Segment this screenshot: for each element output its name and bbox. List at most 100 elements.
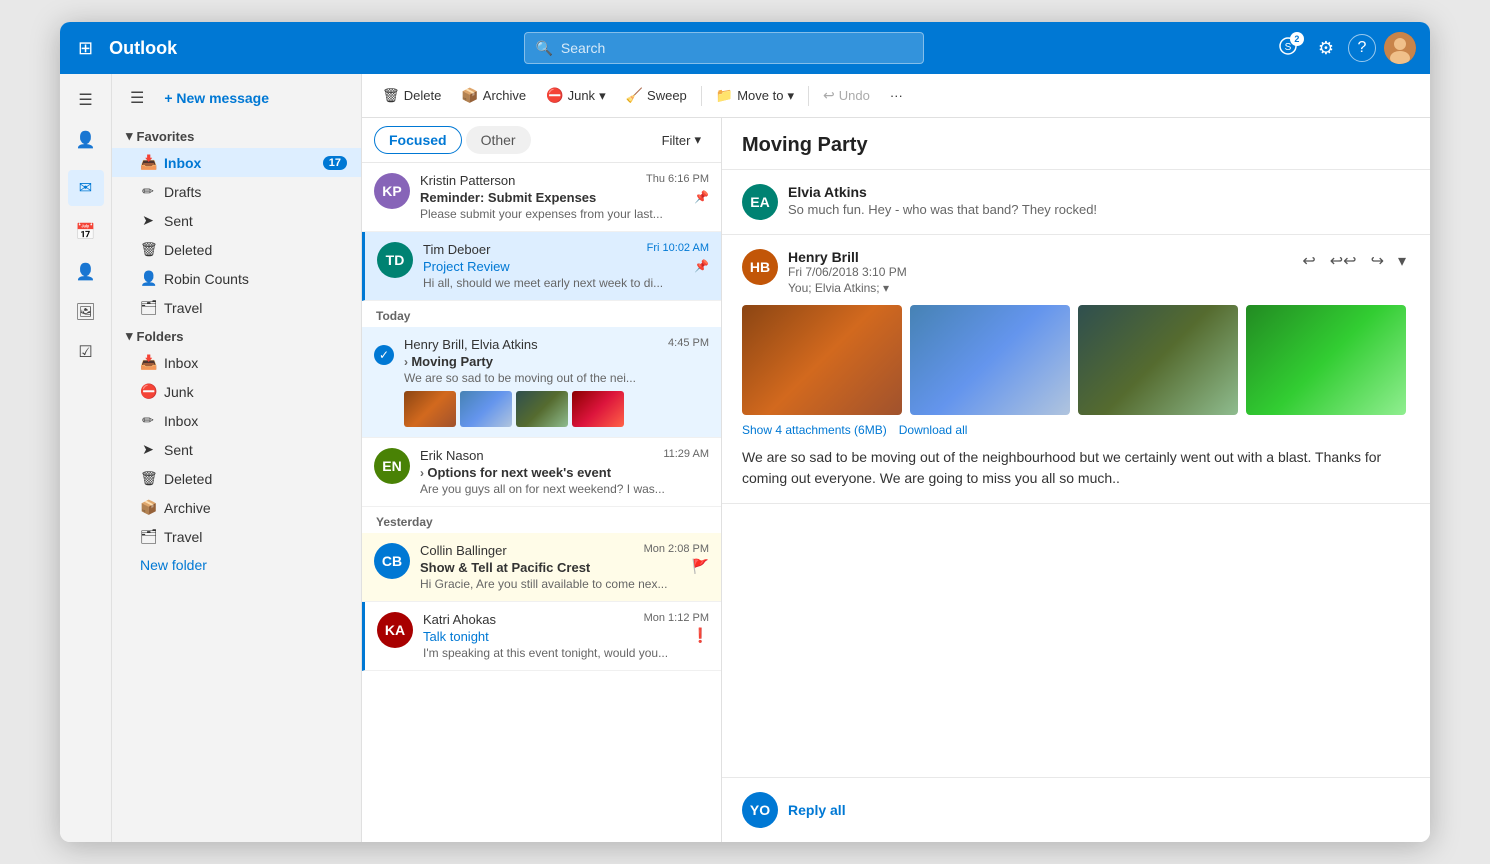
- top-bar: ⊞ Outlook 🔍 S 2 ⚙ ?: [60, 22, 1430, 74]
- reply-all-button[interactable]: ↩↩: [1326, 249, 1361, 273]
- help-button[interactable]: ?: [1348, 34, 1376, 62]
- email-thumb: [460, 391, 512, 427]
- more-label: ···: [890, 88, 903, 103]
- reply-all-button[interactable]: Reply all: [788, 802, 846, 818]
- sidebar-folder-archive[interactable]: 📦 Archive: [112, 493, 361, 522]
- sidebar-item-drafts[interactable]: ✏ Drafts: [112, 177, 361, 206]
- email-item[interactable]: TD Tim Deboer Fri 10:02 AM Project Revie…: [362, 232, 721, 301]
- sidebar-folder-inbox2[interactable]: ✏ Inbox: [112, 406, 361, 435]
- more-button[interactable]: ···: [882, 83, 911, 108]
- rail-mail[interactable]: ✉: [68, 170, 104, 206]
- avatar: CB: [374, 543, 410, 579]
- sidebar-item-sent[interactable]: ➤ Sent: [112, 206, 361, 235]
- email-body: Tim Deboer Fri 10:02 AM Project Review 📌…: [423, 242, 709, 290]
- email-item[interactable]: KP Kristin Patterson Thu 6:16 PM Reminde…: [362, 163, 721, 232]
- email-preview: We are so sad to be moving out of the ne…: [404, 371, 709, 385]
- delete-button[interactable]: 🗑 Delete: [374, 82, 449, 109]
- search-icon: 🔍: [535, 40, 552, 57]
- email-thumb: [516, 391, 568, 427]
- msg-meta: Henry Brill Fri 7/06/2018 3:10 PM You; E…: [788, 249, 1288, 295]
- avatar: EN: [374, 448, 410, 484]
- undo-button[interactable]: ↩ Undo: [815, 82, 878, 109]
- sidebar-folder-travel[interactable]: 🗂 Travel: [112, 522, 361, 551]
- email-body: Katri Ahokas Mon 1:12 PM Talk tonight ❗ …: [423, 612, 709, 660]
- sidebar-item-travel[interactable]: 🗂 Travel: [112, 293, 361, 322]
- sidebar: ☰ + New message ▾ Favorites 📥 Inbox 17 ✏…: [112, 74, 362, 842]
- skype-badge: 2: [1290, 32, 1304, 46]
- sidebar-folder-deleted[interactable]: 🗑 Deleted: [112, 464, 361, 493]
- search-input[interactable]: [561, 40, 914, 56]
- robin-counts-label: Robin Counts: [164, 271, 347, 287]
- email-item[interactable]: ✓ Henry Brill, Elvia Atkins 4:45 PM › Mo…: [362, 327, 721, 438]
- junk-label: Junk: [568, 88, 595, 103]
- email-item[interactable]: CB Collin Ballinger Mon 2:08 PM Show & T…: [362, 533, 721, 602]
- archive-button[interactable]: 📦 Archive: [453, 82, 534, 109]
- email-top: Henry Brill, Elvia Atkins 4:45 PM: [404, 337, 709, 352]
- sidebar-item-deleted[interactable]: 🗑 Deleted: [112, 235, 361, 264]
- folders-section[interactable]: ▾ Folders: [112, 322, 361, 348]
- rail-photos[interactable]: 🖼: [68, 294, 104, 330]
- msg-meta: Elvia Atkins So much fun. Hey - who was …: [788, 184, 1410, 217]
- message-attachments: [742, 305, 1410, 415]
- email-tabs: Focused Other Filter ▾: [362, 118, 721, 163]
- rail-tasks[interactable]: ☑: [68, 334, 104, 370]
- sweep-label: Sweep: [647, 88, 687, 103]
- sidebar-folder-sent[interactable]: ➤ Sent: [112, 435, 361, 464]
- sidebar-folder-junk[interactable]: ⛔ Junk: [112, 377, 361, 406]
- rail-calendar[interactable]: 📅: [68, 214, 104, 250]
- archive-label: Archive: [483, 88, 526, 103]
- expand-button[interactable]: ▾: [1394, 249, 1410, 273]
- junk-icon: ⛔: [140, 383, 156, 400]
- sender-avatar: HB: [742, 249, 778, 285]
- rail-contacts[interactable]: 👤: [68, 254, 104, 290]
- app-title: Outlook: [109, 38, 177, 59]
- email-subject: Reminder: Submit Expenses: [420, 190, 596, 205]
- sweep-button[interactable]: 🧹 Sweep: [618, 82, 695, 109]
- show-attachments-link[interactable]: Show 4 attachments (6MB): [742, 423, 887, 437]
- email-item[interactable]: KA Katri Ahokas Mon 1:12 PM Talk tonight…: [362, 602, 721, 671]
- rail-people[interactable]: 👤: [68, 122, 104, 158]
- settings-button[interactable]: ⚙: [1312, 34, 1340, 63]
- flag-icon: 🚩: [692, 558, 709, 575]
- waffle-icon[interactable]: ⊞: [74, 34, 97, 63]
- user-avatar[interactable]: [1384, 32, 1416, 64]
- message-item[interactable]: EA Elvia Atkins So much fun. Hey - who w…: [722, 170, 1430, 235]
- move-to-button[interactable]: 📁 Move to ▾: [708, 82, 802, 109]
- attachment-thumb: [1078, 305, 1238, 415]
- filter-button[interactable]: Filter ▾: [654, 128, 709, 152]
- sidebar-folder-inbox[interactable]: 📥 Inbox: [112, 348, 361, 377]
- attachment-thumb: [742, 305, 902, 415]
- other-tab[interactable]: Other: [466, 126, 531, 154]
- new-message-label: + New message: [164, 90, 269, 106]
- email-item[interactable]: EN Erik Nason 11:29 AM › Options for nex…: [362, 438, 721, 507]
- focused-tab[interactable]: Focused: [374, 126, 462, 154]
- inbox-badge: 17: [323, 156, 347, 170]
- deleted-icon: 🗑: [140, 241, 156, 258]
- new-message-button[interactable]: + New message: [156, 84, 277, 112]
- rail-hamburger[interactable]: ☰: [68, 82, 104, 118]
- avatar: TD: [377, 242, 413, 278]
- expand-recipients[interactable]: ▾: [883, 281, 889, 295]
- attachment-thumb: [1246, 305, 1406, 415]
- archive-icon: 📦: [140, 499, 156, 516]
- reading-pane-title: Moving Party: [742, 134, 1410, 157]
- attachment-thumb: [910, 305, 1070, 415]
- email-date: 4:45 PM: [668, 337, 709, 349]
- junk-button[interactable]: ⛔ Junk ▾: [538, 82, 613, 109]
- thread-indicator: ›: [420, 466, 427, 480]
- hamburger-button[interactable]: ☰: [126, 84, 148, 112]
- sidebar-item-inbox[interactable]: 📥 Inbox 17: [112, 148, 361, 177]
- new-folder-link[interactable]: New folder: [112, 551, 361, 579]
- archive-toolbar-icon: 📦: [461, 87, 478, 104]
- reply-button[interactable]: ↩: [1298, 249, 1319, 273]
- sidebar-item-robin-counts[interactable]: 👤 Robin Counts: [112, 264, 361, 293]
- sent2-icon: ➤: [140, 441, 156, 458]
- forward-button[interactable]: ↪: [1367, 249, 1388, 273]
- favorites-section[interactable]: ▾ Favorites: [112, 122, 361, 148]
- travel-label: Travel: [164, 300, 347, 316]
- junk-chevron: ▾: [599, 88, 606, 104]
- deleted2-icon: 🗑: [140, 470, 156, 487]
- message-item: HB Henry Brill Fri 7/06/2018 3:10 PM You…: [722, 235, 1430, 504]
- download-all-link[interactable]: Download all: [899, 423, 968, 437]
- skype-button[interactable]: S 2: [1272, 32, 1304, 65]
